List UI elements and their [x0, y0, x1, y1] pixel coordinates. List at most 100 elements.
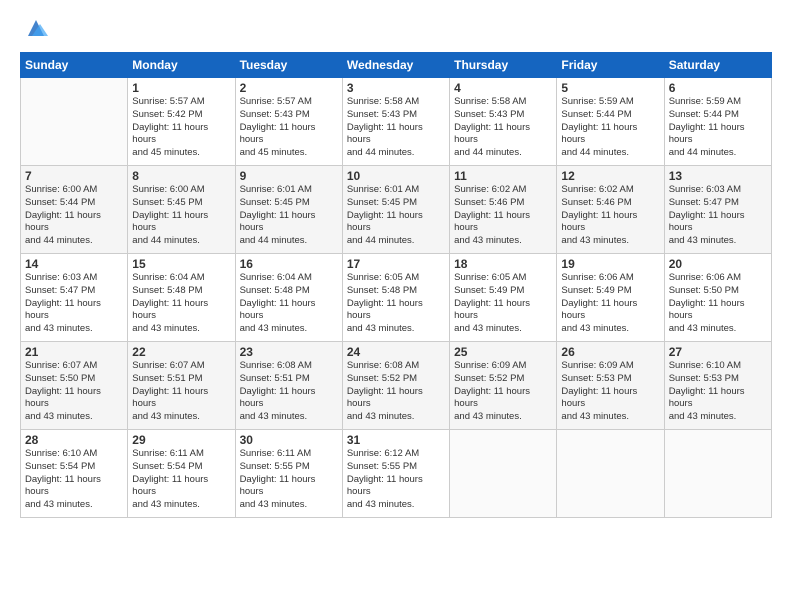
day-number: 11 — [454, 169, 552, 183]
header-tuesday: Tuesday — [235, 53, 342, 78]
day-number: 10 — [347, 169, 445, 183]
week-row-2: 7Sunrise: 6:00 AMSunset: 5:44 PMDaylight… — [21, 166, 772, 254]
day-info: Sunrise: 6:05 AMSunset: 5:48 PMDaylight:… — [347, 272, 445, 336]
day-number: 18 — [454, 257, 552, 271]
calendar-cell: 22Sunrise: 6:07 AMSunset: 5:51 PMDayligh… — [128, 342, 235, 430]
day-info: Sunrise: 6:12 AMSunset: 5:55 PMDaylight:… — [347, 448, 445, 512]
calendar-header-row: SundayMondayTuesdayWednesdayThursdayFrid… — [21, 53, 772, 78]
calendar-cell: 27Sunrise: 6:10 AMSunset: 5:53 PMDayligh… — [664, 342, 771, 430]
calendar-cell: 8Sunrise: 6:00 AMSunset: 5:45 PMDaylight… — [128, 166, 235, 254]
day-info: Sunrise: 6:05 AMSunset: 5:49 PMDaylight:… — [454, 272, 552, 336]
calendar-cell: 12Sunrise: 6:02 AMSunset: 5:46 PMDayligh… — [557, 166, 664, 254]
calendar-cell: 1Sunrise: 5:57 AMSunset: 5:42 PMDaylight… — [128, 78, 235, 166]
day-info: Sunrise: 6:09 AMSunset: 5:52 PMDaylight:… — [454, 360, 552, 424]
day-number: 9 — [240, 169, 338, 183]
day-info: Sunrise: 6:04 AMSunset: 5:48 PMDaylight:… — [240, 272, 338, 336]
day-info: Sunrise: 6:00 AMSunset: 5:45 PMDaylight:… — [132, 184, 230, 248]
calendar-cell: 10Sunrise: 6:01 AMSunset: 5:45 PMDayligh… — [342, 166, 449, 254]
calendar-cell: 13Sunrise: 6:03 AMSunset: 5:47 PMDayligh… — [664, 166, 771, 254]
day-number: 21 — [25, 345, 123, 359]
day-info: Sunrise: 6:00 AMSunset: 5:44 PMDaylight:… — [25, 184, 123, 248]
day-number: 1 — [132, 81, 230, 95]
header-thursday: Thursday — [450, 53, 557, 78]
day-info: Sunrise: 5:57 AMSunset: 5:43 PMDaylight:… — [240, 96, 338, 160]
day-info: Sunrise: 6:07 AMSunset: 5:50 PMDaylight:… — [25, 360, 123, 424]
logo — [20, 18, 50, 42]
calendar-cell: 18Sunrise: 6:05 AMSunset: 5:49 PMDayligh… — [450, 254, 557, 342]
calendar-cell: 29Sunrise: 6:11 AMSunset: 5:54 PMDayligh… — [128, 430, 235, 518]
calendar-cell — [450, 430, 557, 518]
day-info: Sunrise: 5:59 AMSunset: 5:44 PMDaylight:… — [561, 96, 659, 160]
day-info: Sunrise: 6:08 AMSunset: 5:52 PMDaylight:… — [347, 360, 445, 424]
week-row-1: 1Sunrise: 5:57 AMSunset: 5:42 PMDaylight… — [21, 78, 772, 166]
day-number: 25 — [454, 345, 552, 359]
day-info: Sunrise: 5:59 AMSunset: 5:44 PMDaylight:… — [669, 96, 767, 160]
header-saturday: Saturday — [664, 53, 771, 78]
header-wednesday: Wednesday — [342, 53, 449, 78]
week-row-5: 28Sunrise: 6:10 AMSunset: 5:54 PMDayligh… — [21, 430, 772, 518]
day-number: 27 — [669, 345, 767, 359]
calendar-cell — [557, 430, 664, 518]
day-info: Sunrise: 6:10 AMSunset: 5:53 PMDaylight:… — [669, 360, 767, 424]
header — [20, 18, 772, 42]
day-info: Sunrise: 6:01 AMSunset: 5:45 PMDaylight:… — [347, 184, 445, 248]
day-info: Sunrise: 6:06 AMSunset: 5:49 PMDaylight:… — [561, 272, 659, 336]
calendar-cell: 30Sunrise: 6:11 AMSunset: 5:55 PMDayligh… — [235, 430, 342, 518]
calendar-cell: 21Sunrise: 6:07 AMSunset: 5:50 PMDayligh… — [21, 342, 128, 430]
day-number: 31 — [347, 433, 445, 447]
calendar-cell: 14Sunrise: 6:03 AMSunset: 5:47 PMDayligh… — [21, 254, 128, 342]
day-number: 3 — [347, 81, 445, 95]
header-sunday: Sunday — [21, 53, 128, 78]
day-number: 29 — [132, 433, 230, 447]
day-info: Sunrise: 6:02 AMSunset: 5:46 PMDaylight:… — [454, 184, 552, 248]
calendar-cell: 20Sunrise: 6:06 AMSunset: 5:50 PMDayligh… — [664, 254, 771, 342]
calendar-cell — [21, 78, 128, 166]
day-info: Sunrise: 5:58 AMSunset: 5:43 PMDaylight:… — [454, 96, 552, 160]
calendar-cell: 17Sunrise: 6:05 AMSunset: 5:48 PMDayligh… — [342, 254, 449, 342]
day-number: 5 — [561, 81, 659, 95]
day-number: 22 — [132, 345, 230, 359]
day-info: Sunrise: 5:57 AMSunset: 5:42 PMDaylight:… — [132, 96, 230, 160]
day-number: 19 — [561, 257, 659, 271]
calendar-page: SundayMondayTuesdayWednesdayThursdayFrid… — [0, 0, 792, 612]
header-monday: Monday — [128, 53, 235, 78]
day-number: 6 — [669, 81, 767, 95]
calendar-cell: 11Sunrise: 6:02 AMSunset: 5:46 PMDayligh… — [450, 166, 557, 254]
day-info: Sunrise: 6:08 AMSunset: 5:51 PMDaylight:… — [240, 360, 338, 424]
day-number: 24 — [347, 345, 445, 359]
calendar-cell: 4Sunrise: 5:58 AMSunset: 5:43 PMDaylight… — [450, 78, 557, 166]
day-info: Sunrise: 6:06 AMSunset: 5:50 PMDaylight:… — [669, 272, 767, 336]
day-info: Sunrise: 6:02 AMSunset: 5:46 PMDaylight:… — [561, 184, 659, 248]
logo-icon — [22, 14, 50, 42]
day-info: Sunrise: 6:09 AMSunset: 5:53 PMDaylight:… — [561, 360, 659, 424]
day-number: 23 — [240, 345, 338, 359]
calendar-cell — [664, 430, 771, 518]
calendar-cell: 7Sunrise: 6:00 AMSunset: 5:44 PMDaylight… — [21, 166, 128, 254]
calendar-cell: 3Sunrise: 5:58 AMSunset: 5:43 PMDaylight… — [342, 78, 449, 166]
calendar-cell: 25Sunrise: 6:09 AMSunset: 5:52 PMDayligh… — [450, 342, 557, 430]
day-number: 30 — [240, 433, 338, 447]
day-number: 14 — [25, 257, 123, 271]
header-friday: Friday — [557, 53, 664, 78]
calendar-cell: 16Sunrise: 6:04 AMSunset: 5:48 PMDayligh… — [235, 254, 342, 342]
week-row-4: 21Sunrise: 6:07 AMSunset: 5:50 PMDayligh… — [21, 342, 772, 430]
day-info: Sunrise: 6:04 AMSunset: 5:48 PMDaylight:… — [132, 272, 230, 336]
day-info: Sunrise: 6:01 AMSunset: 5:45 PMDaylight:… — [240, 184, 338, 248]
day-info: Sunrise: 6:07 AMSunset: 5:51 PMDaylight:… — [132, 360, 230, 424]
calendar-cell: 2Sunrise: 5:57 AMSunset: 5:43 PMDaylight… — [235, 78, 342, 166]
calendar-cell: 6Sunrise: 5:59 AMSunset: 5:44 PMDaylight… — [664, 78, 771, 166]
day-info: Sunrise: 6:03 AMSunset: 5:47 PMDaylight:… — [25, 272, 123, 336]
day-info: Sunrise: 6:10 AMSunset: 5:54 PMDaylight:… — [25, 448, 123, 512]
day-number: 13 — [669, 169, 767, 183]
calendar-cell: 9Sunrise: 6:01 AMSunset: 5:45 PMDaylight… — [235, 166, 342, 254]
day-number: 2 — [240, 81, 338, 95]
day-number: 15 — [132, 257, 230, 271]
calendar-cell: 31Sunrise: 6:12 AMSunset: 5:55 PMDayligh… — [342, 430, 449, 518]
day-info: Sunrise: 6:11 AMSunset: 5:54 PMDaylight:… — [132, 448, 230, 512]
calendar-cell: 23Sunrise: 6:08 AMSunset: 5:51 PMDayligh… — [235, 342, 342, 430]
calendar-cell: 15Sunrise: 6:04 AMSunset: 5:48 PMDayligh… — [128, 254, 235, 342]
day-number: 7 — [25, 169, 123, 183]
day-number: 4 — [454, 81, 552, 95]
calendar-cell: 24Sunrise: 6:08 AMSunset: 5:52 PMDayligh… — [342, 342, 449, 430]
day-number: 28 — [25, 433, 123, 447]
